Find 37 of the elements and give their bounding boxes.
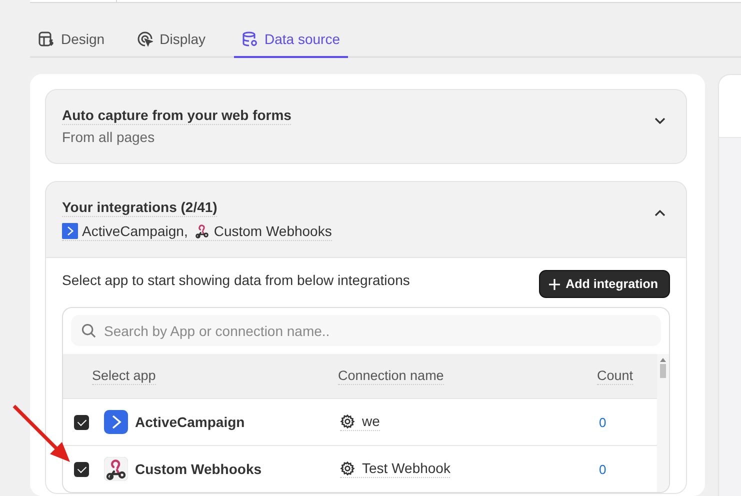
chevron-down-icon[interactable] — [654, 117, 666, 125]
section-subtitle: From all pages — [62, 129, 156, 145]
tab[interactable]: Data source — [234, 25, 348, 58]
hint-text: Select app to start showing data from below integrations — [62, 272, 410, 288]
accordion-section[interactable]: Your integrations (2/41) ActiveCampaign, Custom Webhooks Select app to start showing data from below integrations Add integration Search by App or connection name.. Select app Connection name Count ActiveCampaign we 0 Custom Webhooks Test Webhook 0 — [45, 181, 687, 494]
add-integration-button[interactable]: Add integration — [538, 270, 670, 298]
count-link[interactable]: 0 — [599, 462, 657, 476]
column-header[interactable]: Count — [597, 368, 634, 384]
checkbox[interactable] — [74, 414, 89, 430]
search-input[interactable]: Search by App or connection name.. — [104, 322, 651, 338]
app-logo-icon — [62, 223, 78, 239]
checkbox[interactable] — [74, 462, 89, 476]
target-cursor-icon — [136, 31, 153, 47]
database-icon — [242, 31, 258, 47]
tab[interactable]: Display — [132, 25, 210, 58]
chevron-up-icon[interactable] — [654, 209, 666, 217]
connection-name[interactable]: we — [340, 413, 380, 431]
scrollbar-thumb[interactable] — [660, 364, 666, 378]
app-logo-icon — [104, 410, 128, 434]
app-name: Custom Webhooks — [135, 461, 262, 477]
webhook-icon — [194, 223, 210, 239]
connection-name[interactable]: Test Webhook — [340, 460, 450, 478]
column-header[interactable]: Connection name — [338, 368, 444, 384]
count-link[interactable]: 0 — [599, 414, 657, 430]
column-header[interactable]: Select app — [92, 368, 156, 384]
layout-icon — [38, 31, 54, 47]
settings-icon — [340, 460, 355, 476]
search-icon — [81, 323, 96, 338]
search-field[interactable]: Search by App or connection name.. — [71, 315, 661, 346]
plus-icon — [548, 278, 560, 290]
accordion-section[interactable]: Auto capture from your web forms From all pages — [45, 89, 687, 164]
section-title[interactable]: Auto capture from your web forms — [62, 107, 292, 125]
app-name: ActiveCampaign — [135, 414, 245, 430]
webhook-icon — [104, 457, 128, 481]
section-title[interactable]: Your integrations (2/41) — [62, 199, 218, 217]
tab[interactable]: Design — [34, 25, 109, 58]
settings-icon — [340, 414, 355, 428]
